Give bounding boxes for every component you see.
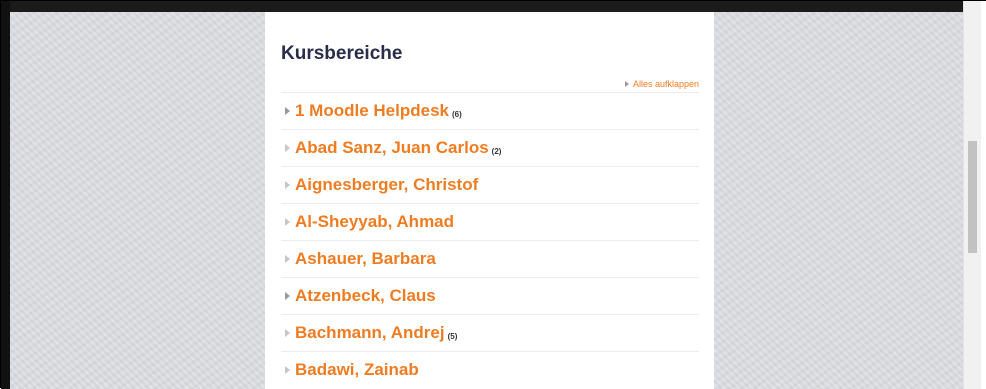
vertical-scrollbar[interactable]: [963, 1, 981, 389]
course-count: (6): [451, 109, 462, 119]
expand-arrow-icon[interactable]: [285, 366, 290, 374]
category-item[interactable]: Atzenbeck, Claus: [281, 277, 699, 314]
expand-arrow-icon[interactable]: [285, 181, 290, 189]
expand-triangle-icon: [624, 81, 629, 87]
expand-arrow-icon[interactable]: [285, 218, 290, 226]
category-link[interactable]: Abad Sanz, Juan Carlos: [295, 138, 489, 158]
category-link[interactable]: Badawi, Zainab: [295, 360, 419, 380]
scrollbar-thumb[interactable]: [968, 141, 977, 253]
expand-arrow-icon[interactable]: [285, 329, 290, 337]
category-link[interactable]: Aignesberger, Christof: [295, 175, 478, 195]
category-item[interactable]: Aignesberger, Christof: [281, 166, 699, 203]
category-link[interactable]: Bachmann, Andrej: [295, 323, 445, 343]
category-link[interactable]: 1 Moodle Helpdesk: [295, 101, 449, 121]
page-title: Kursbereiche: [281, 43, 403, 64]
category-item[interactable]: Al-Sheyyab, Ahmad: [281, 203, 699, 240]
expand-all-label: Alles aufklappen: [632, 79, 699, 89]
left-edge-bar: [1, 1, 10, 389]
expand-arrow-icon[interactable]: [285, 255, 290, 263]
category-item[interactable]: Bachmann, Andrej (5): [281, 314, 699, 351]
category-item[interactable]: 1 Moodle Helpdesk (6): [281, 92, 699, 129]
category-item[interactable]: Abad Sanz, Juan Carlos (2): [281, 129, 699, 166]
category-list: 1 Moodle Helpdesk (6) Abad Sanz, Juan Ca…: [281, 92, 699, 388]
top-edge-bar: [9, 1, 967, 12]
expand-arrow-icon[interactable]: [285, 292, 290, 300]
course-count: (2): [491, 146, 502, 156]
category-link[interactable]: Atzenbeck, Claus: [295, 286, 436, 306]
category-link[interactable]: Al-Sheyyab, Ahmad: [295, 212, 454, 232]
expand-all-link[interactable]: Alles aufklappen: [624, 79, 699, 89]
browser-frame: Kursbereiche Alles aufklappen 1 Moodle H…: [0, 0, 986, 389]
expand-arrow-icon[interactable]: [285, 144, 290, 152]
expand-arrow-icon[interactable]: [285, 107, 290, 115]
course-count: (5): [447, 331, 458, 341]
course-categories-block: Kursbereiche Alles aufklappen 1 Moodle H…: [265, 12, 714, 389]
category-item[interactable]: Badawi, Zainab: [281, 351, 699, 388]
category-link[interactable]: Ashauer, Barbara: [295, 249, 436, 269]
right-edge: [981, 1, 986, 389]
category-item[interactable]: Ashauer, Barbara: [281, 240, 699, 277]
